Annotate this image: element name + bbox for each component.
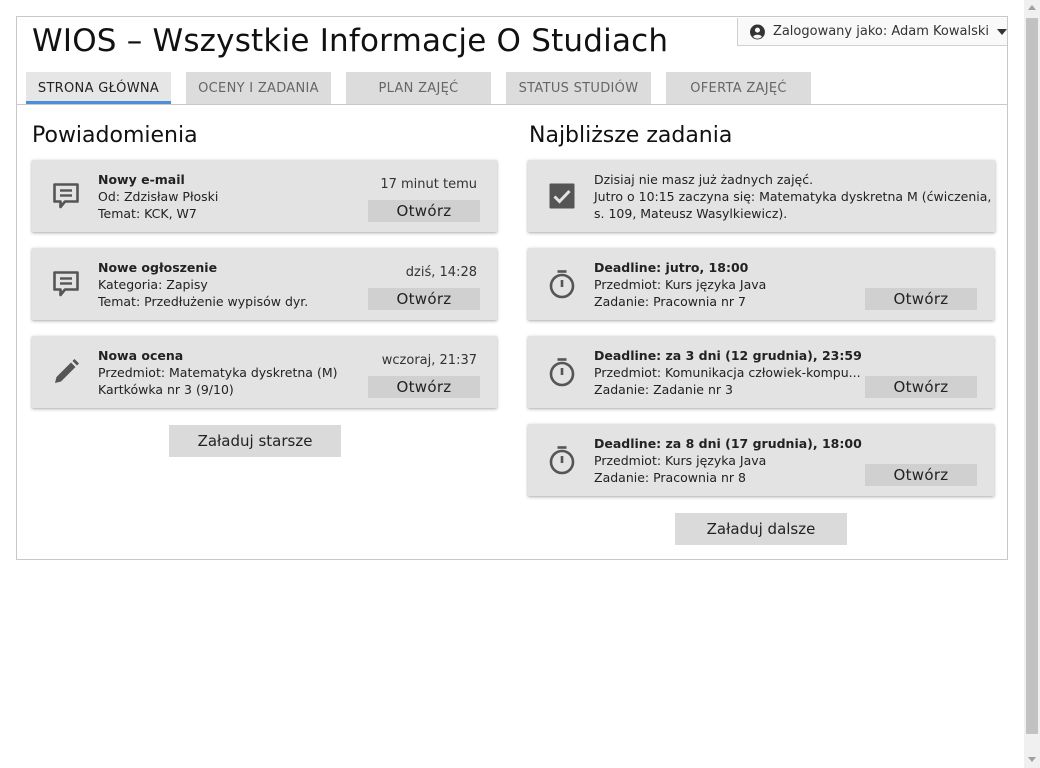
scroll-down-icon[interactable] — [1028, 757, 1036, 762]
caret-down-icon — [997, 28, 1007, 35]
open-button[interactable]: Otwórz — [865, 376, 977, 398]
tab-oferta-zajec[interactable]: OFERTA ZAJĘĆ — [666, 72, 811, 104]
tab-oceny-i-zadania[interactable]: OCENY I ZADANIA — [186, 72, 331, 104]
notification-card: Nowe ogłoszenie Kategoria: Zapisy Temat:… — [32, 248, 497, 320]
notification-line: Kategoria: Zapisy — [98, 277, 208, 292]
tab-label: OCENY I ZADANIA — [198, 80, 319, 96]
task-card: Deadline: za 3 dni (12 grudnia), 23:59 P… — [528, 336, 994, 408]
task-card: Deadline: za 8 dni (17 grudnia), 18:00 P… — [528, 424, 994, 496]
notification-title: Nowy e-mail — [98, 172, 185, 187]
message-icon — [53, 271, 79, 297]
notification-title: Nowa ocena — [98, 348, 184, 363]
tab-label: STATUS STUDIÓW — [518, 80, 639, 96]
task-deadline: Deadline: za 3 dni (12 grudnia), 23:59 — [594, 348, 862, 363]
load-more-button[interactable]: Załaduj dalsze — [675, 513, 847, 545]
task-text: Deadline: jutro, 18:00 Przedmiot: Kurs j… — [594, 259, 766, 310]
notification-card: Nowy e-mail Od: Zdzisław Płoski Temat: K… — [32, 160, 497, 232]
notification-time: 17 minut temu — [380, 177, 477, 192]
user-circle-icon — [750, 24, 765, 39]
today-text: Dzisiaj nie masz już żadnych zajęć. Jutr… — [594, 171, 991, 222]
task-line: Przedmiot: Komunikacja człowiek-kompu... — [594, 365, 861, 380]
notification-time: dziś, 14:28 — [405, 265, 477, 280]
today-card: Dzisiaj nie masz już żadnych zajęć. Jutr… — [528, 160, 995, 232]
tab-label: PLAN ZAJĘĆ — [378, 80, 459, 96]
notification-text: Nowa ocena Przedmiot: Matematyka dyskret… — [98, 347, 337, 398]
task-line: Zadanie: Zadanie nr 3 — [594, 382, 733, 397]
notification-line: Temat: KCK, W7 — [98, 206, 197, 221]
tab-label: STRONA GŁÓWNA — [37, 80, 160, 96]
tasks-heading: Najbliższe zadania — [529, 123, 733, 148]
task-card: Deadline: jutro, 18:00 Przedmiot: Kurs j… — [528, 248, 994, 320]
message-icon — [53, 183, 79, 209]
tab-label: OFERTA ZAJĘĆ — [690, 80, 787, 96]
task-text: Deadline: za 3 dni (12 grudnia), 23:59 P… — [594, 347, 862, 398]
today-line: s. 109, Mateusz Wasylkiewicz). — [594, 206, 788, 221]
today-line: Dzisiaj nie masz już żadnych zajęć. — [594, 172, 814, 187]
tab-divider — [17, 104, 1007, 105]
tab-status-studiow[interactable]: STATUS STUDIÓW — [506, 72, 651, 104]
open-button[interactable]: Otwórz — [865, 464, 977, 486]
notification-text: Nowy e-mail Od: Zdzisław Płoski Temat: K… — [98, 171, 218, 222]
app-frame: WIOS – Wszystkie Informacje O Studiach Z… — [16, 16, 1008, 560]
notification-line: Przedmiot: Matematyka dyskretna (M) — [98, 365, 338, 380]
task-deadline: Deadline: jutro, 18:00 — [594, 260, 749, 275]
open-button[interactable]: Otwórz — [368, 288, 480, 310]
vertical-scrollbar[interactable] — [1024, 0, 1040, 768]
open-button[interactable]: Otwórz — [368, 376, 480, 398]
task-deadline: Deadline: za 8 dni (17 grudnia), 18:00 — [594, 436, 862, 451]
task-line: Zadanie: Pracownia nr 7 — [594, 294, 746, 309]
scrollbar-thumb[interactable] — [1026, 18, 1038, 734]
task-text: Deadline: za 8 dni (17 grudnia), 18:00 P… — [594, 435, 862, 486]
notification-text: Nowe ogłoszenie Kategoria: Zapisy Temat:… — [98, 259, 308, 310]
user-menu-button[interactable]: Zalogowany jako: Adam Kowalski — [737, 18, 1007, 46]
scroll-up-icon[interactable] — [1028, 5, 1036, 10]
user-label: Zalogowany jako: Adam Kowalski — [772, 24, 989, 39]
task-line: Zadanie: Pracownia nr 8 — [594, 470, 746, 485]
page-title: WIOS – Wszystkie Informacje O Studiach — [32, 23, 669, 59]
notification-title: Nowe ogłoszenie — [98, 260, 218, 275]
notification-time: wczoraj, 21:37 — [381, 353, 477, 368]
main-tabs: STRONA GŁÓWNA OCENY I ZADANIA PLAN ZAJĘĆ… — [26, 72, 826, 104]
task-line: Przedmiot: Kurs języka Java — [594, 453, 767, 468]
today-line: Jutro o 10:15 zaczyna się: Matematyka dy… — [594, 189, 992, 204]
open-button[interactable]: Otwórz — [865, 288, 977, 310]
tab-plan-zajec[interactable]: PLAN ZAJĘĆ — [346, 72, 491, 104]
stopwatch-icon — [549, 270, 575, 299]
stopwatch-icon — [549, 358, 575, 387]
open-button[interactable]: Otwórz — [368, 200, 480, 222]
checkbox-checked-icon — [549, 183, 575, 209]
notification-line: Kartkówka nr 3 (9/10) — [98, 382, 234, 397]
load-older-button[interactable]: Załaduj starsze — [169, 425, 341, 457]
pencil-icon — [55, 359, 79, 383]
tab-strona-glowna[interactable]: STRONA GŁÓWNA — [26, 72, 171, 104]
notification-line: Od: Zdzisław Płoski — [98, 189, 219, 204]
stopwatch-icon — [549, 446, 575, 475]
notifications-heading: Powiadomienia — [32, 123, 198, 148]
task-line: Przedmiot: Kurs języka Java — [594, 277, 767, 292]
notification-line: Temat: Przedłużenie wypisów dyr. — [98, 294, 309, 309]
notification-card: Nowa ocena Przedmiot: Matematyka dyskret… — [32, 336, 497, 408]
